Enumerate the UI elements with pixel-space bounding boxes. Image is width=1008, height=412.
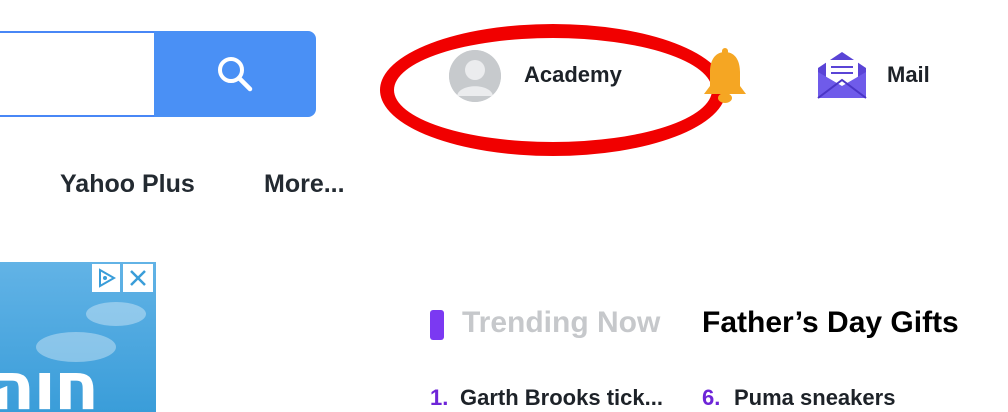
user-avatar-icon[interactable]: [449, 50, 501, 102]
search-icon: [218, 57, 253, 92]
profile-name[interactable]: Academy: [524, 62, 622, 88]
close-icon[interactable]: [123, 264, 153, 292]
ad-choices-icon[interactable]: [92, 264, 120, 292]
search-button[interactable]: [154, 31, 316, 117]
ad-cloud: [86, 302, 146, 326]
trending-rank: 1.: [430, 385, 449, 410]
ad-text: חוה: [0, 348, 99, 412]
trending-rank: 6.: [702, 385, 721, 410]
nav-yahoo-plus[interactable]: Yahoo Plus: [60, 170, 195, 199]
mail-envelope-icon[interactable]: [814, 46, 870, 104]
trending-title[interactable]: Trending Now: [462, 306, 660, 340]
trending-marker: [430, 310, 444, 340]
trending-item[interactable]: Puma sneakers: [734, 385, 895, 411]
mail-label[interactable]: Mail: [887, 62, 930, 88]
ad-banner[interactable]: חוה: [0, 262, 156, 412]
search-input[interactable]: [0, 31, 154, 117]
trending-topic[interactable]: Father’s Day Gifts: [702, 306, 959, 340]
trending-item[interactable]: Garth Brooks tick...: [460, 385, 663, 411]
highlight-annotation-ring: [380, 24, 726, 156]
nav-more[interactable]: More...: [264, 170, 345, 199]
bell-icon[interactable]: [700, 48, 750, 106]
